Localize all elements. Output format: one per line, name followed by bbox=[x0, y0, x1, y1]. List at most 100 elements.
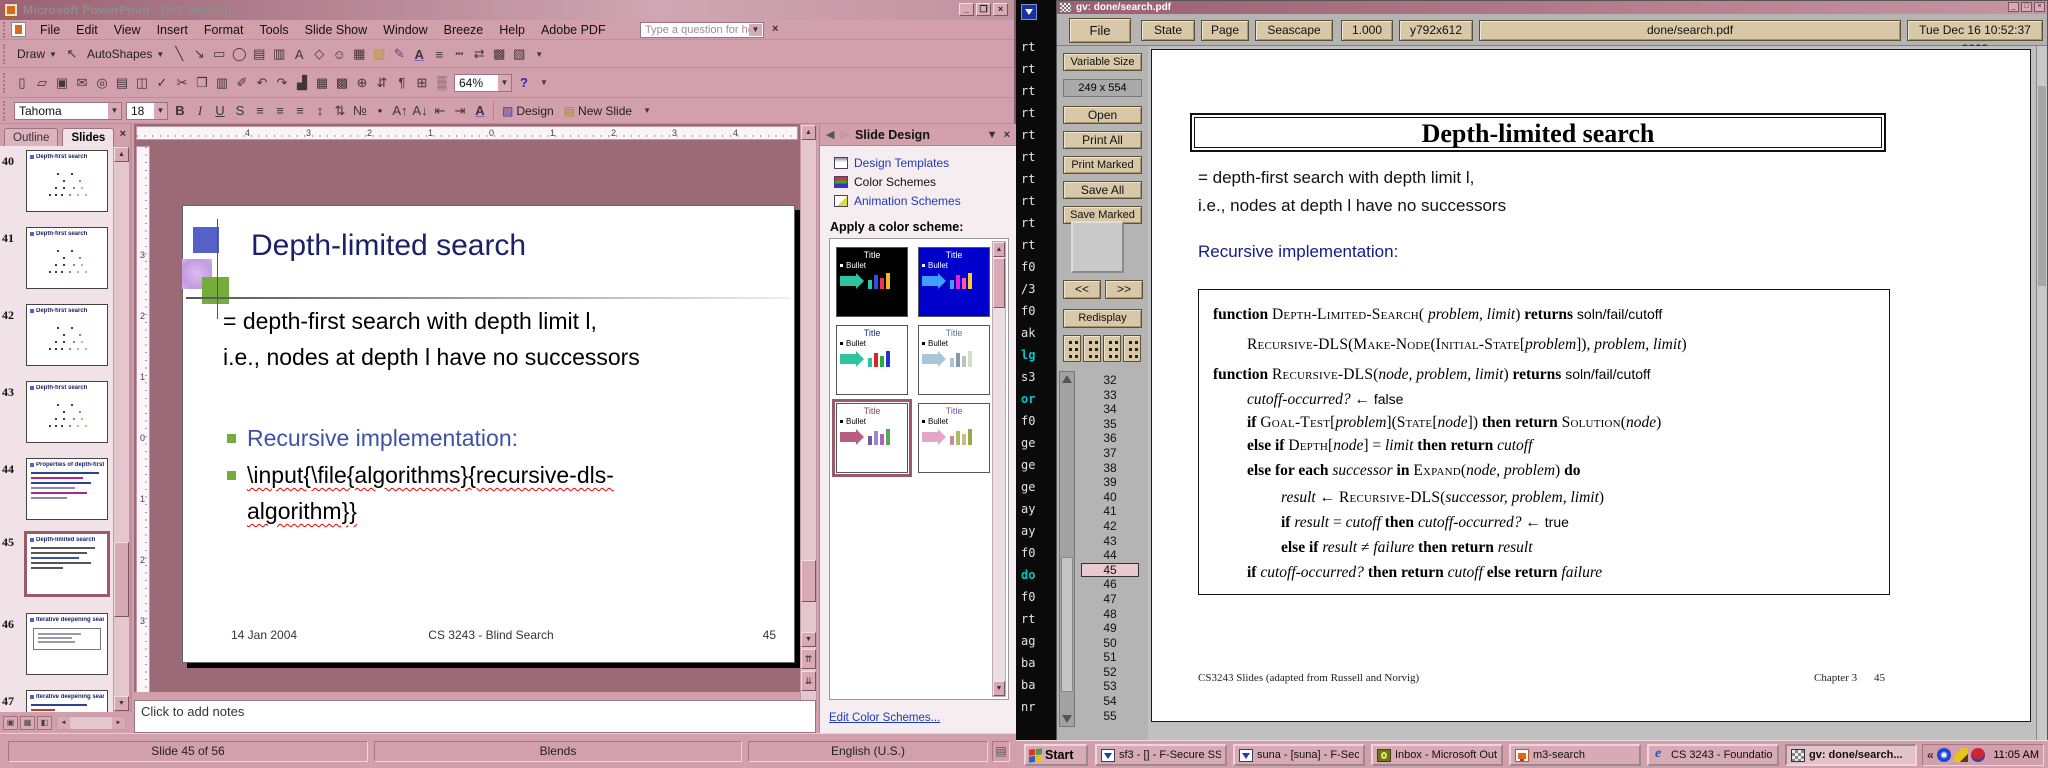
toolbar-grip[interactable] bbox=[3, 101, 8, 121]
pencil-tray-icon[interactable] bbox=[1954, 748, 1968, 762]
numbering-icon[interactable]: № bbox=[350, 101, 370, 121]
close-icon[interactable]: × bbox=[2034, 2, 2045, 12]
help-close-icon[interactable]: × bbox=[772, 23, 778, 35]
tray-expand-chevron[interactable]: « bbox=[1927, 748, 1934, 762]
insert-hyperlink-icon[interactable]: ⊕ bbox=[352, 73, 372, 93]
page-list-item[interactable]: 37 bbox=[1081, 446, 1139, 461]
open-button[interactable]: Open bbox=[1063, 106, 1142, 124]
spelling-icon[interactable]: ✓ bbox=[152, 73, 172, 93]
notes-placeholder[interactable]: Click to add notes bbox=[134, 700, 816, 733]
line-icon[interactable]: ╲ bbox=[169, 44, 189, 64]
maximize-icon[interactable]: □ bbox=[2021, 2, 2032, 12]
slideshow-view-icon[interactable]: ◧ bbox=[37, 716, 52, 730]
panel-horizontal-scrollbar[interactable]: ◄ ► bbox=[56, 716, 126, 730]
scroll-up-icon[interactable]: ▲ bbox=[801, 125, 816, 140]
toolbar-grip[interactable] bbox=[3, 44, 8, 64]
scrollbar-thumb[interactable] bbox=[1061, 557, 1073, 692]
page-list-item[interactable]: 54 bbox=[1081, 694, 1139, 709]
scheme-scrollbar[interactable]: ▲ ▼ bbox=[992, 241, 1006, 697]
help-icon[interactable]: ? bbox=[514, 73, 534, 93]
close-icon[interactable]: × bbox=[993, 3, 1008, 16]
design-button[interactable]: ▨Design bbox=[497, 101, 559, 121]
line-color-icon[interactable]: ✎ bbox=[389, 44, 409, 64]
mark-odd-icon[interactable] bbox=[1103, 335, 1121, 362]
slide-body-line1[interactable]: = depth-first search with depth limit l, bbox=[223, 308, 597, 335]
taskbar-item[interactable]: gv: done/search... bbox=[1785, 744, 1917, 766]
print-all-button[interactable]: Print All bbox=[1063, 131, 1142, 149]
scale-button[interactable]: 1.000 bbox=[1341, 20, 1393, 41]
menu-edit[interactable]: Edit bbox=[68, 21, 106, 39]
align-center-icon[interactable]: ≡ bbox=[270, 101, 290, 121]
arrow-icon[interactable]: ↘ bbox=[189, 44, 209, 64]
redo-icon[interactable]: ↷ bbox=[272, 73, 292, 93]
mark-even-icon[interactable] bbox=[1083, 335, 1101, 362]
paste-icon[interactable]: ▥ bbox=[212, 73, 232, 93]
page-list-item[interactable]: 38 bbox=[1081, 461, 1139, 476]
color-scheme-thumbnail[interactable]: TitleBullet bbox=[918, 247, 990, 317]
mark-current-icon[interactable] bbox=[1063, 335, 1081, 362]
thumbnail-scrollbar[interactable]: ▲ ▼ bbox=[113, 146, 130, 712]
state-menu-button[interactable]: State bbox=[1141, 20, 1195, 41]
slide-title[interactable]: Depth-limited search bbox=[251, 229, 771, 263]
cut-icon[interactable]: ✂ bbox=[172, 73, 192, 93]
page-list-item[interactable]: 35 bbox=[1081, 417, 1139, 432]
menu-tools[interactable]: Tools bbox=[251, 21, 296, 39]
scroll-up-icon[interactable]: ▲ bbox=[114, 147, 129, 162]
back-arrow-icon[interactable]: ◀ bbox=[826, 128, 834, 141]
format-painter-icon[interactable]: ✐ bbox=[232, 73, 252, 93]
taskbar-item[interactable]: sf3 - [] - F-Secure SS... bbox=[1095, 744, 1227, 766]
search-icon[interactable]: ◎ bbox=[92, 73, 112, 93]
color-scheme-thumbnail[interactable]: TitleBullet bbox=[836, 403, 908, 473]
save-all-button[interactable]: Save All bbox=[1063, 181, 1142, 199]
decrease-indent-icon[interactable]: ⇤ bbox=[430, 101, 450, 121]
arrow-style-icon[interactable]: ⇄ bbox=[469, 44, 489, 64]
task-pane-close-icon[interactable]: × bbox=[1004, 129, 1010, 141]
minimize-icon[interactable]: _ bbox=[2008, 2, 2019, 12]
page-list-item[interactable]: 40 bbox=[1081, 490, 1139, 505]
panel-close-icon[interactable]: × bbox=[120, 128, 126, 140]
scroll-down-icon[interactable]: ▼ bbox=[801, 632, 816, 647]
align-right-icon[interactable]: ≡ bbox=[290, 101, 310, 121]
autoshapes-menu-button[interactable]: AutoShapes▼ bbox=[82, 44, 169, 64]
color-scheme-thumbnail[interactable]: TitleBullet bbox=[918, 403, 990, 473]
taskbar-item[interactable]: m3-search bbox=[1509, 744, 1641, 766]
link-animation-schemes[interactable]: Animation Schemes bbox=[834, 194, 961, 208]
next-page-button[interactable]: >> bbox=[1105, 280, 1143, 299]
scrollbar-thumb[interactable] bbox=[993, 258, 1005, 308]
menu-view[interactable]: View bbox=[106, 21, 149, 39]
mail-icon[interactable]: ✉ bbox=[72, 73, 92, 93]
print-preview-icon[interactable]: ◫ bbox=[132, 73, 152, 93]
page-list-item[interactable]: 43 bbox=[1081, 534, 1139, 549]
font-color-icon[interactable]: A bbox=[409, 44, 429, 64]
page-list-item[interactable]: 52 bbox=[1081, 665, 1139, 680]
previous-slide-icon[interactable]: ⇈ bbox=[801, 649, 816, 669]
save-icon[interactable]: ▣ bbox=[52, 73, 72, 93]
scroll-down-icon[interactable]: ▼ bbox=[993, 681, 1005, 696]
taskbar-item[interactable]: Inbox - Microsoft Out... bbox=[1371, 744, 1503, 766]
edit-color-schemes-link[interactable]: Edit Color Schemes... bbox=[829, 712, 940, 724]
undo-icon[interactable]: ↶ bbox=[252, 73, 272, 93]
page-list-item[interactable]: 42 bbox=[1081, 519, 1139, 534]
slide-bullet-recursive[interactable]: Recursive implementation: bbox=[247, 425, 518, 452]
italic-icon[interactable]: I bbox=[190, 101, 210, 121]
line-style-icon[interactable]: ≡ bbox=[429, 44, 449, 64]
page-list-item[interactable]: 46 bbox=[1081, 577, 1139, 592]
3d-style-icon[interactable]: ▧ bbox=[509, 44, 529, 64]
unmark-all-icon[interactable] bbox=[1123, 335, 1141, 362]
chevron-down-icon[interactable]: ▼ bbox=[108, 103, 121, 119]
shadow-icon[interactable]: S bbox=[230, 101, 250, 121]
toolbar-options-chevron[interactable]: ▼ bbox=[637, 101, 657, 121]
task-pane-menu-chevron[interactable]: ▼ bbox=[987, 129, 998, 141]
taskbar-item[interactable]: CS 3243 - Foundatio... bbox=[1647, 744, 1779, 766]
align-left-icon[interactable]: ≡ bbox=[250, 101, 270, 121]
rectangle-icon[interactable]: ▭ bbox=[209, 44, 229, 64]
page-list-item[interactable]: 45 bbox=[1081, 563, 1139, 578]
page-list-item[interactable]: 36 bbox=[1081, 431, 1139, 446]
page-list-item[interactable]: 48 bbox=[1081, 607, 1139, 622]
clock[interactable]: 11:05 AM bbox=[1993, 749, 2039, 761]
scrollbar-thumb[interactable] bbox=[801, 560, 816, 602]
insert-table-icon[interactable]: ▦ bbox=[312, 73, 332, 93]
color-scheme-thumbnail[interactable]: TitleBullet bbox=[836, 325, 908, 395]
tables-borders-icon[interactable]: ▩ bbox=[332, 73, 352, 93]
new-icon[interactable]: ▯ bbox=[12, 73, 32, 93]
